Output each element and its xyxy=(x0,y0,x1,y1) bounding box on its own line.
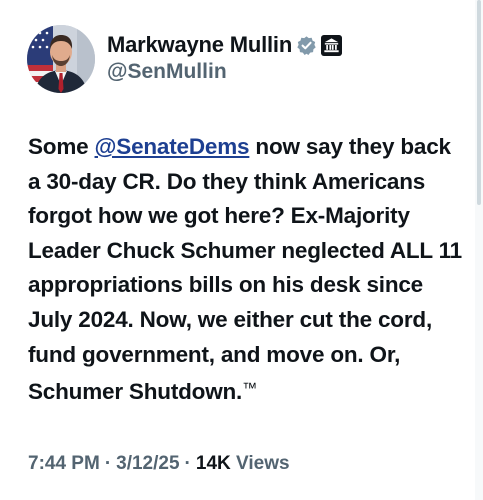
meta-separator: · xyxy=(184,453,191,474)
display-name[interactable]: Markwayne Mullin xyxy=(107,32,292,58)
tweet-text-part: now say they back a 30-day CR. Do they t… xyxy=(28,134,462,405)
avatar[interactable] xyxy=(27,25,95,93)
tweet-time[interactable]: 7:44 PM xyxy=(28,453,100,474)
views-count: 14K xyxy=(195,453,231,474)
author-name-row: Markwayne Mullin xyxy=(107,31,343,59)
trademark-symbol: ™ xyxy=(242,380,257,398)
tweet-date[interactable]: 3/12/25 xyxy=(116,453,179,474)
tweet-text: Some @SenateDems now say they back a 30-… xyxy=(28,130,468,410)
government-building-icon[interactable] xyxy=(321,34,343,56)
tweet-metadata: 7:44 PM · 3/12/25 · 14K Views xyxy=(28,453,290,475)
views-label: Views xyxy=(236,453,290,474)
tweet-card: Markwayne Mullin @SenMullin Some @Senate… xyxy=(0,0,483,500)
verified-badge-icon[interactable] xyxy=(296,35,317,56)
scrollbar-thumb[interactable] xyxy=(477,0,481,205)
tweet-text-part: Some xyxy=(28,134,95,159)
meta-separator: · xyxy=(104,453,112,474)
scrollbar[interactable] xyxy=(475,0,483,500)
avatar-photo xyxy=(27,25,95,93)
mention-link[interactable]: @SenateDems xyxy=(95,134,250,159)
author-handle[interactable]: @SenMullin xyxy=(107,60,227,84)
